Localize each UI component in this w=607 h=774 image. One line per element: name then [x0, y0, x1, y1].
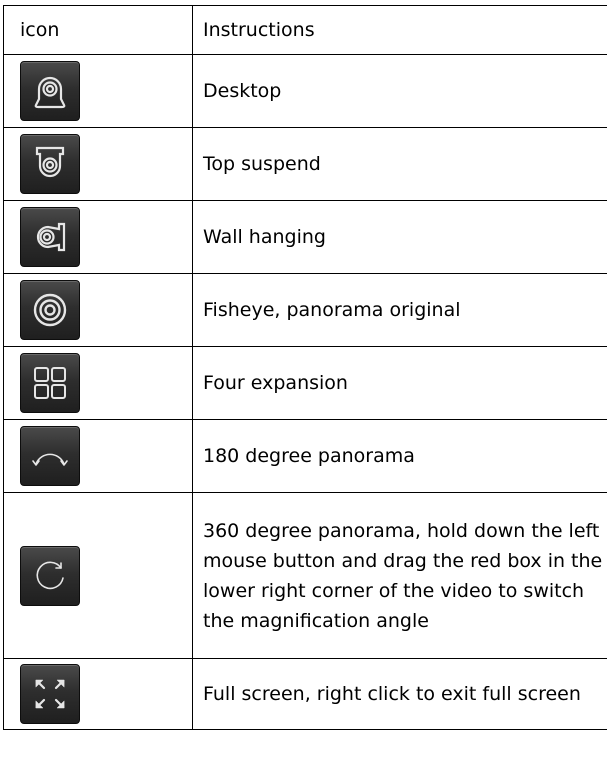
desktop-mount-icon[interactable] [20, 61, 80, 121]
table-row: Fisheye, panorama original [3, 273, 607, 347]
table-row: Four expansion [3, 346, 607, 420]
icon-instructions-table: icon Instructions Desktop Top suspend Wa… [3, 5, 607, 730]
table-row: Full screen, right click to exit full sc… [3, 658, 607, 730]
fisheye-icon[interactable] [20, 280, 80, 340]
wall-mount-icon[interactable] [20, 207, 80, 267]
instruction-text: Four expansion [192, 346, 607, 420]
table-row: 360 degree panorama, hold down the left … [3, 492, 607, 659]
panorama-360-icon[interactable] [20, 545, 80, 606]
header-icon-cell: icon [3, 5, 193, 55]
table-row: Top suspend [3, 127, 607, 201]
instruction-text: 180 degree panorama [192, 419, 607, 493]
instruction-text: Wall hanging [192, 200, 607, 274]
four-grid-icon[interactable] [20, 353, 80, 413]
instruction-text: Full screen, right click to exit full sc… [192, 658, 607, 730]
table-row: Wall hanging [3, 200, 607, 274]
instruction-text: Desktop [192, 54, 607, 128]
table-header-row: icon Instructions [3, 5, 607, 55]
ceiling-mount-icon[interactable] [20, 134, 80, 194]
header-instructions-cell: Instructions [192, 5, 607, 55]
instruction-text: Fisheye, panorama original [192, 273, 607, 347]
instruction-text: 360 degree panorama, hold down the left … [192, 492, 607, 659]
panorama-180-icon[interactable] [20, 426, 80, 486]
table-row: Desktop [3, 54, 607, 128]
table-row: 180 degree panorama [3, 419, 607, 493]
instruction-text: Top suspend [192, 127, 607, 201]
fullscreen-icon[interactable] [20, 664, 80, 724]
icon-instructions-table-container: icon Instructions Desktop Top suspend Wa… [3, 5, 607, 730]
